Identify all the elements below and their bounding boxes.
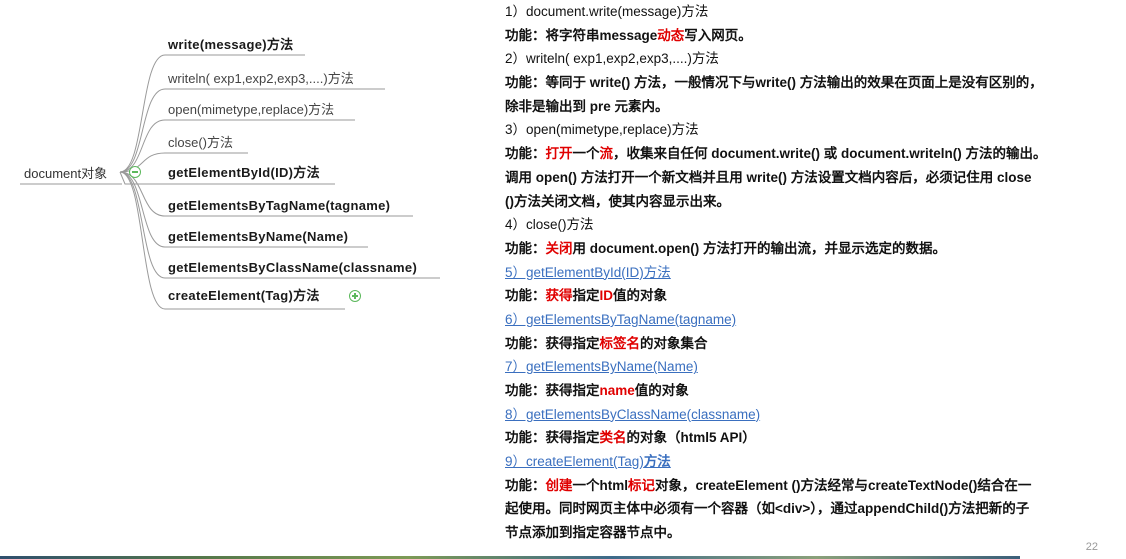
section-4-title: 4）close()方法 (505, 213, 1105, 237)
mindmap-node-createelement[interactable]: createElement(Tag)方法 (168, 287, 320, 305)
s4-highlight: 关闭 (545, 240, 573, 256)
s4-text-c: 用 document.open() 方法打开的输出流，并显示选定的数据。 (572, 240, 947, 256)
section-3-desc-line-1: 功能：打开一个流，收集来自任何 document.write() 或 docum… (505, 142, 1105, 166)
section-7-title[interactable]: 7）getElementsByName(Name) (505, 355, 1105, 379)
s8-highlight: 类名 (599, 430, 627, 446)
section-4-title-text: 4）close()方法 (505, 217, 594, 233)
s4-text-a: 功能： (505, 240, 546, 256)
section-9-desc-line-3: 节点添加到指定容器节点中。 (505, 525, 681, 541)
section-5-title[interactable]: 5）getElementById(ID)方法 (505, 261, 1105, 285)
s8-text-a: 功能：获得指定 (505, 430, 600, 446)
s9-text-e: 对象，createElement ()方法经常与createTextNode()… (655, 477, 1032, 493)
s7-highlight: name (599, 383, 635, 398)
s3-text-c: 一个 (572, 146, 600, 162)
s1-highlight: 动态 (657, 27, 685, 43)
section-2-title: 2）writeln( exp1,exp2,exp3,....)方法 (505, 47, 1105, 71)
s3-highlight-open: 打开 (545, 146, 573, 162)
section-7-title-link[interactable]: 7）getElementsByName(Name) (505, 359, 698, 374)
section-3-title-text: 3）open(mimetype,replace)方法 (505, 122, 699, 138)
s8-text-c: 的对象（html5 API） (626, 430, 756, 446)
section-8-desc: 功能：获得指定类名的对象（html5 API） (505, 426, 1105, 450)
s9-highlight-create: 创建 (545, 477, 573, 493)
page-number: 22 (1085, 541, 1098, 553)
mindmap-node-open[interactable]: open(mimetype,replace)方法 (168, 101, 334, 119)
section-9-title[interactable]: 9）createElement(Tag)方法 (505, 450, 1105, 474)
section-9-desc-line-2: 起使用。同时网页主体中必须有一个容器（如<div>），通过appendChild… (505, 501, 1030, 517)
section-5-title-link[interactable]: 5）getElementById(ID)方法 (505, 265, 671, 280)
mindmap-node-getelementsbytagname[interactable]: getElementsByTagName(tagname) (168, 197, 390, 215)
method-descriptions: 1）document.write(message)方法 功能：将字符串messa… (505, 0, 1105, 545)
collapse-minus-icon[interactable] (129, 166, 141, 178)
s9-highlight-tag: 标记 (628, 477, 655, 493)
mindmap-node-close[interactable]: close()方法 (168, 134, 233, 152)
s9-text-c: 一个html (572, 477, 629, 493)
section-3-desc-line-3: ()方法关闭文档，使其内容显示出来。 (505, 193, 730, 209)
s5-text-c: 指定 (572, 288, 600, 304)
section-3-title: 3）open(mimetype,replace)方法 (505, 118, 1105, 142)
section-9-title-link[interactable]: 9）createElement(Tag)方法 (505, 454, 671, 469)
s6-text-c: 的对象集合 (640, 335, 708, 351)
mindmap-node-getelementbyid[interactable]: getElementById(ID)方法 (168, 164, 320, 182)
mindmap-node-writeln[interactable]: writeln( exp1,exp2,exp3,....)方法 (168, 70, 354, 88)
section-6-desc: 功能：获得指定标签名的对象集合 (505, 332, 1105, 356)
mindmap-root-label: document对象 (24, 166, 108, 181)
section-6-title-link[interactable]: 6）getElementsByTagName(tagname) (505, 312, 736, 327)
section-5-desc: 功能：获得指定ID值的对象 (505, 284, 1105, 308)
s6-text-a: 功能：获得指定 (505, 335, 600, 351)
s5-text-e: 值的对象 (613, 288, 667, 304)
s3-highlight-stream: 流 (599, 146, 614, 162)
section-8-title[interactable]: 8）getElementsByClassName(classname) (505, 403, 1105, 427)
s1-text-a: 功能：将字符串message (505, 27, 658, 43)
s5-text-a: 功能： (505, 288, 546, 304)
section-3-desc-line-2: 调用 open() 方法打开一个新文档并且用 write() 方法设置文档内容后… (505, 169, 1032, 185)
s7-text-a: 功能：获得指定 (505, 383, 600, 398)
s7-text-c: 值的对象 (634, 383, 689, 398)
mindmap-node-getelementsbyname[interactable]: getElementsByName(Name) (168, 228, 348, 246)
section-2-desc-line-1: 功能：等同于 write() 方法，一般情况下与write() 方法输出的效果在… (505, 75, 1043, 91)
section-9-desc-line-1: 功能：创建一个html标记对象，createElement ()方法经常与cre… (505, 474, 1105, 498)
section-2-title-text: 2）writeln( exp1,exp2,exp3,....)方法 (505, 51, 719, 67)
section-2-desc-line-2: 除非是输出到 pre 元素内。 (505, 98, 669, 114)
mindmap-node-write[interactable]: write(message)方法 (168, 36, 293, 54)
section-1-title-text: 1）document.write(message)方法 (505, 4, 709, 19)
s3-text-a: 功能： (505, 146, 546, 162)
section-1-title: 1）document.write(message)方法 (505, 0, 1105, 24)
section-4-desc: 功能：关闭用 document.open() 方法打开的输出流，并显示选定的数据… (505, 237, 1105, 261)
section-8-title-link[interactable]: 8）getElementsByClassName(classname) (505, 407, 760, 422)
mindmap-node-getelementsbyclassname[interactable]: getElementsByClassName(classname) (168, 259, 417, 277)
mindmap: document对象 write(message)方法 writeln( exp… (0, 0, 470, 559)
s3-text-e: ，收集来自任何 document.write() 或 document.writ… (613, 146, 1047, 162)
section-1-desc: 功能：将字符串message动态写入网页。 (505, 24, 1105, 48)
s9-text-a: 功能： (505, 477, 546, 493)
s1-text-c: 写入网页。 (684, 27, 752, 43)
section-6-title[interactable]: 6）getElementsByTagName(tagname) (505, 308, 1105, 332)
s6-highlight: 标签名 (599, 335, 641, 351)
section-7-desc: 功能：获得指定name值的对象 (505, 379, 1105, 403)
expand-plus-icon[interactable] (349, 290, 361, 302)
s5-highlight-id: ID (599, 288, 614, 304)
s9-title-a[interactable]: 9）createElement(Tag) (505, 454, 644, 469)
s5-highlight: 获得 (545, 288, 573, 304)
s9-title-b[interactable]: 方法 (644, 454, 671, 469)
